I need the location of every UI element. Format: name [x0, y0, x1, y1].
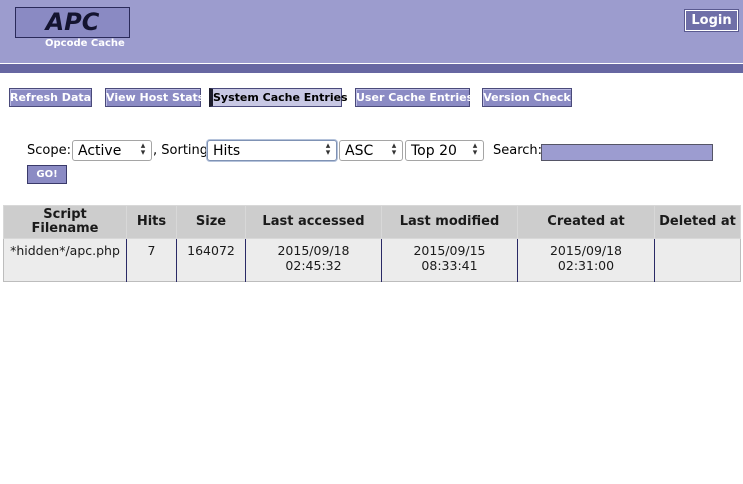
- apc-logo[interactable]: APC: [15, 7, 130, 38]
- scope-value: Active: [78, 143, 122, 159]
- col-size[interactable]: Size: [176, 205, 246, 239]
- select-arrows-icon: ▴ ▾: [472, 141, 478, 158]
- cell-last-modified: 2015/09/15 08:33:41: [381, 238, 518, 282]
- logo-subtitle: Opcode Cache: [45, 38, 125, 49]
- sort-field-select[interactable]: Hits ▴ ▾: [207, 140, 337, 161]
- cache-entries-table: Script Filename Hits Size Last accessed …: [3, 205, 741, 282]
- sort-field-value: Hits: [213, 143, 241, 159]
- login-button[interactable]: Login: [685, 10, 738, 31]
- limit-select[interactable]: Top 20 ▴ ▾: [405, 140, 484, 161]
- col-deleted-at[interactable]: Deleted at: [654, 205, 741, 239]
- scope-label: Scope:: [27, 143, 71, 158]
- logo-title: APC: [45, 8, 100, 36]
- table-row: *hidden*/apc.php 7 164072 2015/09/18 02:…: [3, 238, 741, 282]
- select-arrows-icon: ▴ ▾: [140, 141, 146, 158]
- header-bar: [0, 64, 743, 73]
- sort-order-value: ASC: [345, 143, 374, 159]
- search-label: Search:: [493, 143, 543, 158]
- cell-hits: 7: [126, 238, 177, 282]
- sort-order-select[interactable]: ASC ▴ ▾: [339, 140, 403, 161]
- nav-view-host-stats[interactable]: View Host Stats: [105, 88, 204, 107]
- col-last-modified[interactable]: Last modified: [381, 205, 518, 239]
- nav-user-cache-entries[interactable]: User Cache Entries: [355, 88, 473, 107]
- cell-last-accessed: 2015/09/18 02:45:32: [245, 238, 382, 282]
- table-header-row: Script Filename Hits Size Last accessed …: [3, 205, 741, 239]
- go-button[interactable]: GO!: [27, 165, 67, 184]
- select-arrows-icon: ▴ ▾: [325, 141, 331, 158]
- scope-select[interactable]: Active ▴ ▾: [72, 140, 152, 161]
- col-hits[interactable]: Hits: [126, 205, 177, 239]
- col-last-accessed[interactable]: Last accessed: [245, 205, 382, 239]
- nav-version-check[interactable]: Version Check: [482, 88, 572, 107]
- cell-script-filename[interactable]: *hidden*/apc.php: [3, 238, 127, 282]
- cell-deleted-at: [654, 238, 741, 282]
- col-script-filename[interactable]: Script Filename: [3, 205, 127, 239]
- search-input[interactable]: [541, 144, 713, 161]
- nav-refresh-data[interactable]: Refresh Data: [9, 88, 92, 107]
- cell-created-at: 2015/09/18 02:31:00: [517, 238, 655, 282]
- cell-size: 164072: [176, 238, 246, 282]
- select-arrows-icon: ▴ ▾: [391, 141, 397, 158]
- nav-system-cache-entries[interactable]: System Cache Entries: [209, 88, 348, 107]
- sorting-label: , Sorting:: [153, 143, 213, 158]
- limit-value: Top 20: [411, 143, 457, 159]
- col-created-at[interactable]: Created at: [517, 205, 655, 239]
